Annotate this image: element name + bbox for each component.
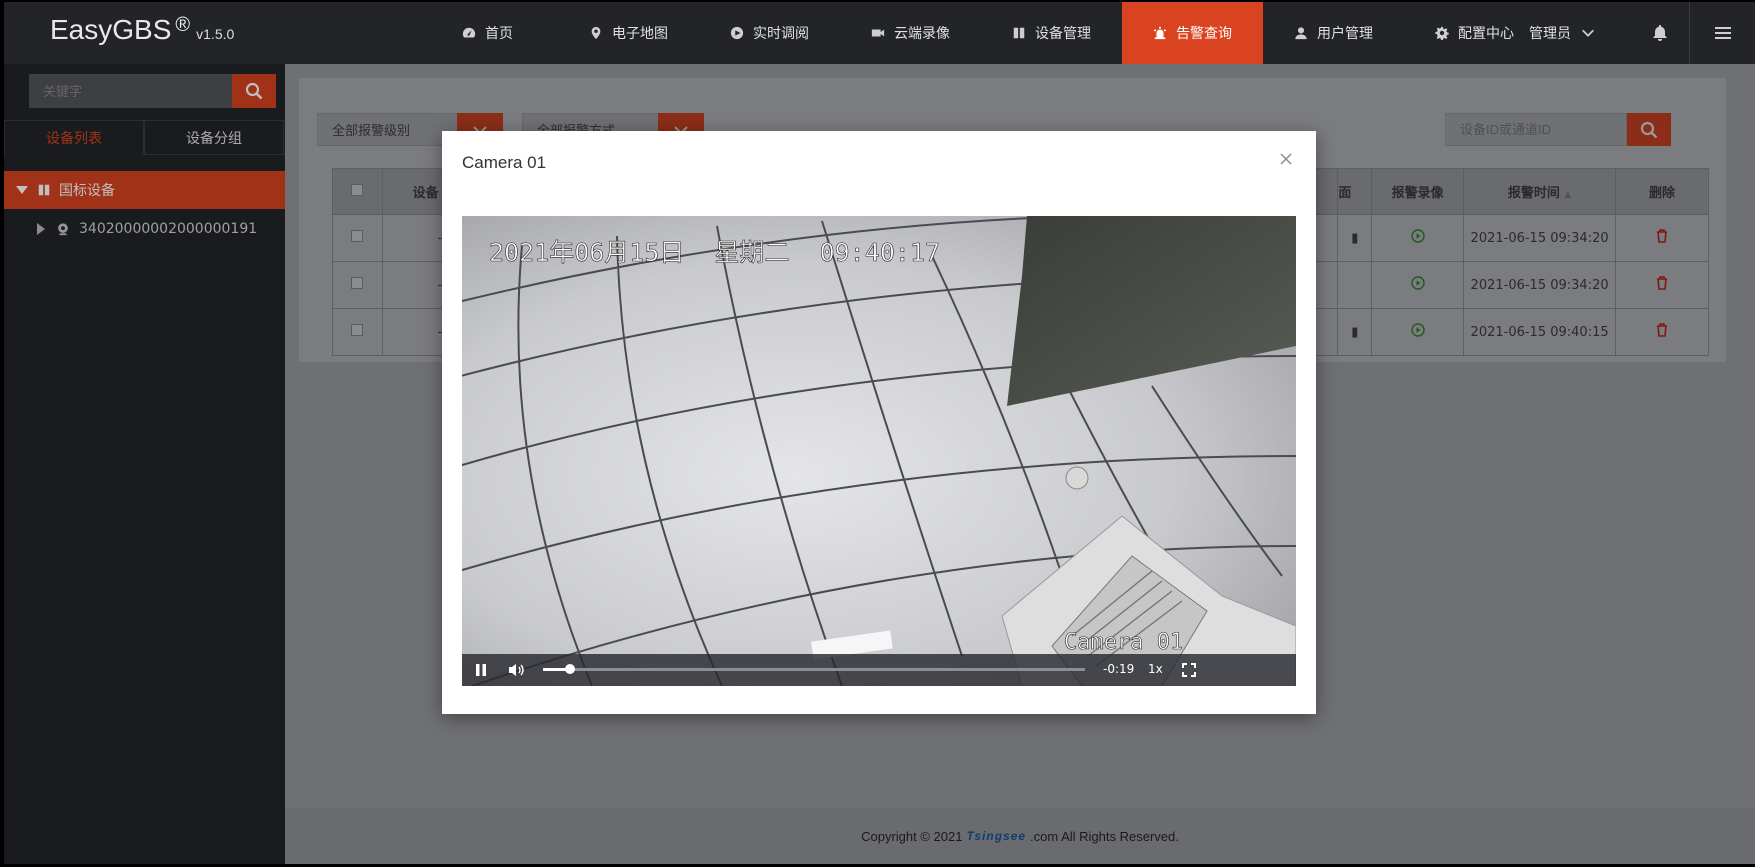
- nav-item-config[interactable]: 配置中心: [1404, 2, 1545, 64]
- close-icon[interactable]: [1278, 151, 1294, 167]
- record-cell: [1371, 214, 1465, 262]
- nav-item-label: 电子地图: [612, 26, 668, 42]
- select-all-header: [332, 168, 383, 215]
- row-checkbox[interactable]: [351, 324, 364, 336]
- playback-speed-button[interactable]: 1x: [1148, 662, 1163, 676]
- play-circle-icon: [730, 26, 744, 40]
- nav-item-cloud-record[interactable]: 云端录像: [840, 2, 981, 64]
- tsingsee-logo[interactable]: Tsingsee: [966, 829, 1026, 843]
- play-circle-icon[interactable]: [1410, 229, 1425, 243]
- row-select-cell: [332, 261, 383, 309]
- alarm-level-value: 全部报警级别: [332, 124, 411, 139]
- modal-title: Camera 01: [462, 153, 547, 172]
- nav-item-label: 用户管理: [1317, 26, 1373, 42]
- time-remaining: -0:19: [1103, 662, 1135, 676]
- delete-header: 删除: [1615, 168, 1709, 215]
- bell-icon[interactable]: [1652, 24, 1668, 42]
- nav-item-users[interactable]: 用户管理: [1263, 2, 1404, 64]
- osd-datetime: 2021年06月15日 星期二 09:40:17: [489, 238, 940, 267]
- brand-logo[interactable]: EasyGBS ® v1.5.0: [50, 14, 234, 46]
- dashboard-icon: [462, 27, 476, 38]
- menu-icon: [1714, 27, 1731, 39]
- user-name: 管理员: [1529, 26, 1571, 42]
- time-header-label: 报警时间: [1507, 186, 1560, 201]
- row-select-cell: [332, 308, 383, 356]
- nav-item-label: 首页: [485, 26, 513, 42]
- video-camera-icon: [871, 29, 885, 37]
- smoke-detector: [1065, 466, 1089, 490]
- device-id-search-button[interactable]: [1627, 113, 1671, 146]
- time-header[interactable]: 报警时间 ▲: [1463, 168, 1617, 215]
- nav-item-map[interactable]: 电子地图: [558, 2, 699, 64]
- record-cell: [1371, 308, 1465, 356]
- top-navbar: EasyGBS® v1.5.0 首页 电子地图 实时调阅 云端录像 设备管理: [4, 2, 1755, 64]
- screen-cell: ▮: [1337, 214, 1373, 262]
- osd-camera-label: Camera 01: [1064, 630, 1183, 655]
- brand-version: v1.5.0: [196, 26, 235, 42]
- delete-cell: [1615, 261, 1709, 309]
- sort-icon[interactable]: ▲: [1564, 190, 1571, 200]
- user-icon: [1295, 27, 1307, 40]
- video-modal: Camera 01 2021年06月15日 星期二 09:40:17 Camer…: [442, 131, 1316, 714]
- row-select-cell: [332, 214, 383, 262]
- row-checkbox[interactable]: [351, 277, 364, 289]
- play-circle-icon[interactable]: [1410, 323, 1425, 337]
- nav-item-live[interactable]: 实时调阅: [699, 2, 840, 64]
- play-circle-icon[interactable]: [1410, 276, 1425, 290]
- pause-icon[interactable]: [475, 664, 487, 676]
- nav-item-label: 设备管理: [1035, 26, 1091, 42]
- alarm-light-icon: [1153, 26, 1167, 40]
- gear-icon: [1435, 26, 1449, 40]
- copyright-prefix: Copyright © 2021: [861, 828, 963, 844]
- nav-item-home[interactable]: 首页: [417, 2, 558, 64]
- screen-cell: [1337, 261, 1373, 309]
- map-pin-icon: [591, 26, 601, 40]
- search-icon: [1640, 121, 1658, 138]
- trash-icon[interactable]: [1656, 323, 1668, 337]
- brand-name: EasyGBS: [50, 14, 172, 45]
- nav-item-label: 配置中心: [1458, 26, 1514, 42]
- book-icon: [1013, 27, 1025, 39]
- hamburger-menu-button[interactable]: [1689, 2, 1755, 64]
- screen-header: 面: [1337, 168, 1373, 215]
- video-controls: -0:19 1x: [462, 654, 1296, 686]
- sidebar-backdrop: [4, 64, 285, 864]
- device-id-search-input[interactable]: [1445, 113, 1627, 146]
- progress-track[interactable]: [543, 664, 1085, 674]
- delete-cell: [1615, 308, 1709, 356]
- row-checkbox[interactable]: [351, 230, 364, 242]
- delete-cell: [1615, 214, 1709, 262]
- record-cell: [1371, 261, 1465, 309]
- nav-item-devices[interactable]: 设备管理: [981, 2, 1122, 64]
- trash-icon[interactable]: [1656, 276, 1668, 290]
- nav-item-label: 实时调阅: [753, 26, 809, 42]
- screen-cell: ▮: [1337, 308, 1373, 356]
- trash-icon[interactable]: [1656, 229, 1668, 243]
- progress-thumb[interactable]: [565, 664, 576, 674]
- brand-registered-mark: ®: [175, 14, 191, 36]
- copyright-suffix: .com All Rights Reserved.: [1030, 828, 1179, 844]
- time-cell: 2021-06-15 09:34:20: [1463, 261, 1617, 309]
- video-player[interactable]: 2021年06月15日 星期二 09:40:17 Camera 01 -0:19…: [462, 216, 1296, 686]
- time-cell: 2021-06-15 09:34:20: [1463, 214, 1617, 262]
- footer: Copyright © 2021 Tsingsee .com All Right…: [285, 808, 1755, 864]
- record-header: 报警录像: [1371, 168, 1465, 215]
- nav-item-label: 告警查询: [1176, 26, 1232, 42]
- video-frame: 2021年06月15日 星期二 09:40:17 Camera 01: [462, 216, 1296, 686]
- user-menu[interactable]: 管理员: [1529, 2, 1595, 64]
- time-cell: 2021-06-15 09:40:15: [1463, 308, 1617, 356]
- volume-icon[interactable]: [508, 663, 524, 677]
- fullscreen-icon[interactable]: [1182, 663, 1196, 677]
- chevron-down-icon: [1582, 29, 1594, 37]
- select-all-checkbox[interactable]: [351, 183, 364, 196]
- app-root: EasyGBS® v1.5.0 首页 电子地图 实时调阅 云端录像 设备管理: [0, 0, 1755, 867]
- main-nav: 首页 电子地图 实时调阅 云端录像 设备管理 告警查询 用户管理 配置中心: [417, 2, 1545, 64]
- nav-item-label: 云端录像: [894, 26, 950, 42]
- nav-item-alarm[interactable]: 告警查询: [1122, 2, 1263, 64]
